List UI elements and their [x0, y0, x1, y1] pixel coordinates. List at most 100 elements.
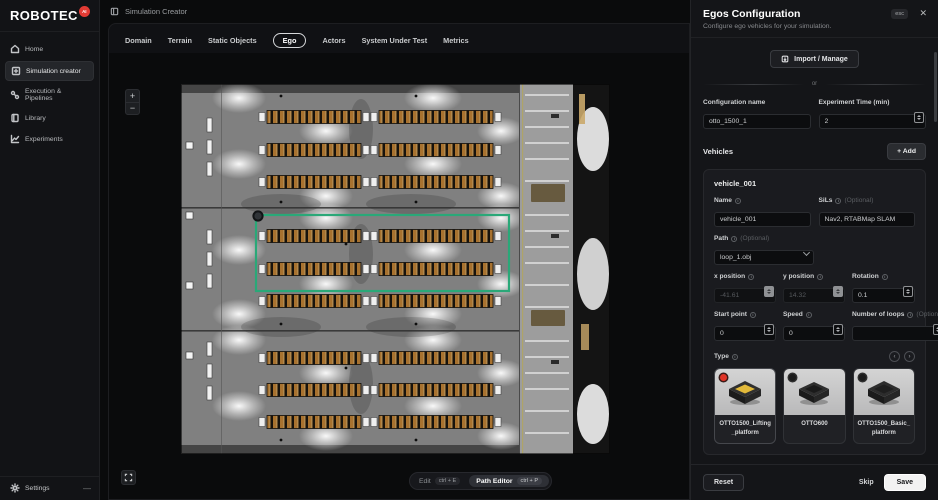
carousel-next-icon[interactable]: ›	[904, 351, 915, 362]
import-manage-button[interactable]: Import / Manage	[770, 50, 859, 68]
path-start-marker[interactable]	[253, 211, 262, 220]
vehicle-thumbnail	[784, 369, 844, 415]
mode-toolbar: Edit ctrl + E Path Editor ctrl + P	[409, 472, 552, 490]
rotation-label: Rotation	[852, 273, 915, 280]
sidebar-item-execution-pipelines[interactable]: Execution & Pipelines	[5, 84, 94, 106]
close-icon[interactable]: ✕	[919, 8, 927, 19]
fit-view-button[interactable]	[121, 470, 136, 485]
window-icon	[110, 3, 119, 21]
brand-ai-badge: AI	[79, 6, 90, 17]
pipelines-icon	[10, 90, 20, 100]
start-point-label: Start point	[714, 311, 776, 318]
sidebar-item-settings[interactable]: Settings	[10, 483, 83, 493]
path-editor-mode-button[interactable]: Path Editor ctrl + P	[469, 475, 549, 487]
sils-input[interactable]	[819, 212, 916, 227]
map-canvas[interactable]: + − Edit ctrl + E Path Editor	[109, 53, 689, 499]
tab-ego[interactable]: Ego	[273, 33, 307, 48]
path-select[interactable]	[714, 250, 814, 265]
topbar: Simulation Creator	[100, 0, 690, 23]
vehicles-heading: Vehicles	[703, 147, 733, 156]
import-icon	[781, 55, 789, 63]
panel-subtitle: Configure ego vehicles for your simulati…	[703, 23, 926, 30]
info-icon	[907, 312, 913, 318]
x-position-stepper	[764, 286, 774, 297]
type-label: Type	[714, 353, 738, 360]
info-icon	[731, 236, 737, 242]
zoom-in-button[interactable]: +	[126, 90, 139, 102]
name-label: Name	[714, 197, 811, 204]
panel-header: Egos Configuration Configure ego vehicle…	[691, 0, 938, 38]
sidebar-item-experiments[interactable]: Experiments	[5, 130, 94, 148]
robot-render-icon	[723, 377, 767, 407]
start-point-stepper[interactable]	[764, 324, 774, 335]
type-card-otto600[interactable]: OTTO600	[783, 368, 845, 444]
import-manage-label: Import / Manage	[794, 56, 848, 63]
number-of-loops-input[interactable]	[852, 326, 938, 341]
experiment-time-input[interactable]	[819, 114, 927, 129]
or-divider: or	[703, 81, 926, 87]
path-editor-label: Path Editor	[476, 478, 512, 485]
main-area: Simulation Creator Domain Terrain Static…	[100, 0, 690, 500]
info-icon	[835, 198, 841, 204]
panel-scrollbar[interactable]	[934, 52, 937, 122]
edit-mode-button[interactable]: Edit ctrl + E	[412, 475, 467, 487]
sidebar-item-label: Simulation creator	[26, 68, 81, 75]
app-root: ROBOTEC AI Home Simulation creator Exe	[0, 0, 938, 500]
experiment-time-label: Experiment Time (min)	[819, 99, 927, 106]
sidebar-collapse-icon[interactable]: —	[83, 484, 91, 493]
reset-button[interactable]: Reset	[703, 474, 744, 491]
sidebar-item-simulation-creator[interactable]: Simulation creator	[5, 61, 94, 81]
zoom-control: + −	[125, 89, 140, 115]
tab-metrics[interactable]: Metrics	[443, 34, 469, 47]
info-icon	[748, 274, 754, 280]
sidebar-item-home[interactable]: Home	[5, 40, 94, 58]
vehicle-thumbnail	[715, 369, 775, 415]
tab-system-under-test[interactable]: System Under Test	[362, 34, 428, 47]
edit-mode-shortcut: ctrl + E	[435, 477, 461, 485]
simulation-creator-icon	[11, 66, 21, 76]
sidebar-item-label: Execution & Pipelines	[25, 88, 89, 102]
home-icon	[10, 44, 20, 54]
tab-actors[interactable]: Actors	[322, 34, 345, 47]
tab-static-objects[interactable]: Static Objects	[208, 34, 257, 47]
experiments-icon	[10, 134, 20, 144]
x-position-label: x position	[714, 273, 776, 280]
radio-unselected-icon	[859, 374, 866, 381]
radio-selected-icon	[720, 374, 727, 381]
rotation-stepper[interactable]	[903, 286, 913, 297]
carousel-prev-icon[interactable]: ‹	[889, 351, 900, 362]
save-button[interactable]: Save	[884, 474, 926, 491]
tab-terrain[interactable]: Terrain	[168, 34, 192, 47]
brand-name: ROBOTEC	[10, 8, 78, 23]
settings-label: Settings	[25, 485, 50, 492]
number-of-loops-stepper[interactable]	[933, 324, 938, 335]
info-icon	[882, 274, 888, 280]
add-vehicle-button[interactable]: + Add	[887, 143, 926, 160]
or-divider-text: or	[812, 81, 817, 87]
warehouse-map-svg[interactable]	[181, 84, 610, 454]
info-icon	[750, 312, 756, 318]
experiment-time-stepper[interactable]	[914, 112, 924, 123]
skip-button[interactable]: Skip	[859, 479, 874, 486]
panel-body: Import / Manage or Configuration name Ex…	[691, 38, 938, 464]
vehicle-card: vehicle_001 Name SiLs (Optional)	[703, 169, 926, 455]
warehouse-map[interactable]	[181, 84, 610, 454]
speed-label: Speed	[783, 311, 845, 318]
vehicle-type-cards: OTTO1500_Lifting_platform	[714, 368, 915, 444]
zoom-out-button[interactable]: −	[126, 102, 139, 114]
info-icon	[817, 274, 823, 280]
sidebar-item-library[interactable]: Library	[5, 109, 94, 127]
sils-label: SiLs (Optional)	[819, 197, 916, 204]
sidebar-item-label: Home	[25, 46, 43, 53]
robot-render-icon	[792, 377, 836, 407]
configuration-name-input[interactable]	[703, 114, 811, 129]
type-card-label: OTTO600	[784, 415, 844, 443]
vehicle-name-input[interactable]	[714, 212, 811, 227]
type-carousel-nav: ‹ ›	[889, 351, 915, 362]
configuration-name-label: Configuration name	[703, 99, 811, 106]
path-label: Path (Optional)	[714, 235, 814, 242]
type-card-otto1500-lifting[interactable]: OTTO1500_Lifting_platform	[714, 368, 776, 444]
speed-stepper[interactable]	[833, 324, 843, 335]
type-card-otto1500-basic[interactable]: OTTO1500_Basic_platform	[853, 368, 915, 444]
tab-domain[interactable]: Domain	[125, 34, 152, 47]
